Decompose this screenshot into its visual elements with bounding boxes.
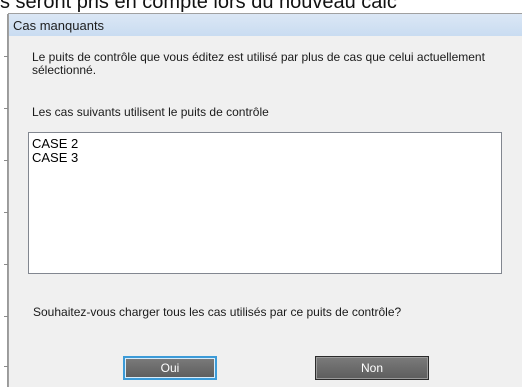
list-item-case[interactable]: CASE 2 xyxy=(32,137,498,151)
no-button[interactable]: Non xyxy=(315,356,429,380)
background-cut-text: s seront pris en compte lors du nouveau … xyxy=(0,0,397,13)
load-question: Souhaitez-vous charger tous les cas util… xyxy=(33,305,402,319)
screen: s seront pris en compte lors du nouveau … xyxy=(0,0,522,387)
missing-cases-dialog: Cas manquants Le puits de contrôle que v… xyxy=(8,13,522,387)
dialog-message: Le puits de contrôle que vous éditez est… xyxy=(32,50,485,77)
dialog-titlebar[interactable]: Cas manquants xyxy=(9,14,522,36)
cases-listbox[interactable]: CASE 2 CASE 3 xyxy=(28,132,502,274)
dialog-content: Le puits de contrôle que vous éditez est… xyxy=(9,36,522,387)
dialog-title: Cas manquants xyxy=(13,18,105,33)
yes-button-label: Oui xyxy=(160,361,180,375)
no-button-label: Non xyxy=(360,361,383,375)
yes-button[interactable]: Oui xyxy=(123,356,217,380)
list-item-case[interactable]: CASE 3 xyxy=(32,151,498,165)
cases-list-label: Les cas suivants utilisent le puits de c… xyxy=(32,105,269,119)
